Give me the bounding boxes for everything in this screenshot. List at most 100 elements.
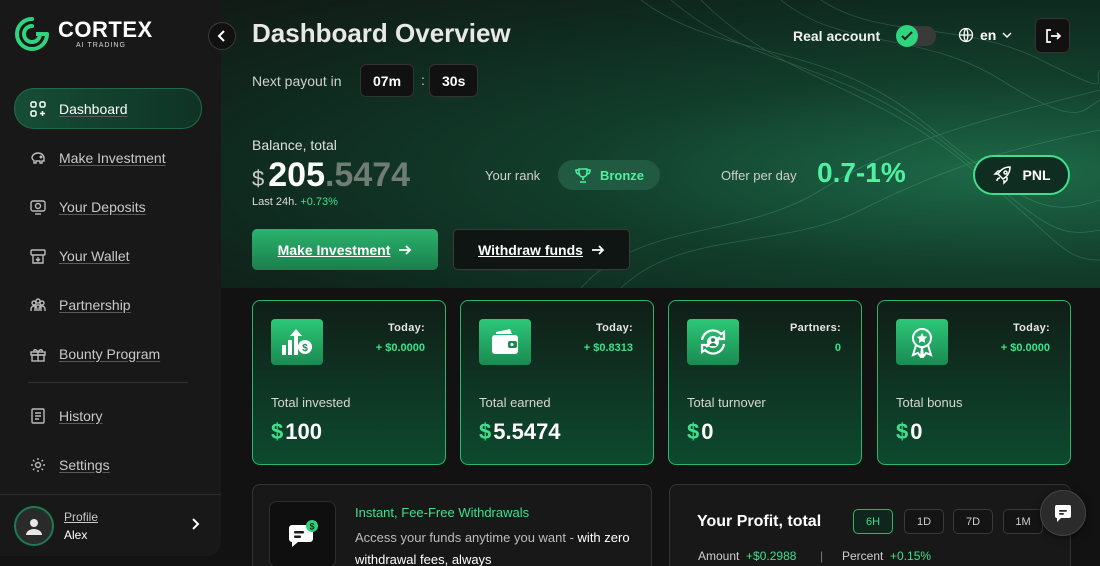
profile-card[interactable]: Profile Alex	[0, 494, 221, 556]
svg-text:$: $	[309, 521, 314, 531]
period-7d-button[interactable]: 7D	[953, 509, 993, 534]
card-meta-value: + $0.0000	[1000, 342, 1050, 354]
chat-dollar-icon: $	[288, 519, 318, 547]
arrow-right-icon	[399, 244, 412, 255]
payout-minutes: 07m	[360, 64, 415, 97]
logout-icon	[1045, 28, 1061, 43]
withdraw-funds-label: Withdraw funds	[478, 241, 583, 258]
balance-integer: 205	[268, 156, 325, 194]
sidebar: CORTEX AI TRADING Dashboard Make Investm…	[0, 0, 221, 556]
piggy-bank-icon	[31, 151, 45, 164]
profile-link[interactable]: Profile	[64, 510, 98, 524]
grid-icon	[30, 100, 46, 117]
sidebar-item-label: Dashboard	[59, 100, 128, 117]
profit-separator: |	[820, 549, 824, 563]
sidebar-item-dashboard[interactable]: Dashboard	[14, 88, 202, 129]
gear-icon	[31, 457, 45, 472]
stat-card-turnover: Partners: 0 Total turnover $0	[668, 300, 862, 465]
stat-card-earned: Today: + $0.8313 Total earned $5.5474	[460, 300, 654, 465]
deposit-icon	[30, 199, 46, 215]
payout-label: Next payout in	[252, 73, 342, 89]
sidebar-item-label: Partnership	[59, 296, 131, 313]
stat-card-invested: $ Today: + $0.0000 Total invested $100	[252, 300, 446, 465]
percent-label: Percent	[842, 549, 884, 563]
card-title: Total bonus	[896, 395, 963, 410]
history-icon	[31, 407, 45, 424]
withdraw-funds-button[interactable]: Withdraw funds	[453, 229, 630, 270]
arrow-right-icon	[591, 244, 605, 255]
sidebar-item-label: Your Deposits	[59, 198, 146, 215]
logout-button[interactable]	[1035, 18, 1070, 53]
period-6h-button[interactable]: 6H	[853, 509, 893, 534]
sidebar-divider	[28, 382, 188, 383]
period-1d-button[interactable]: 1D	[904, 509, 944, 534]
rank-label: Your rank	[485, 168, 541, 183]
promo-text-regular: Access your funds anytime you want -	[355, 530, 578, 545]
sidebar-item-label: Settings	[59, 456, 110, 473]
brand-name: CORTEX	[58, 16, 153, 42]
sidebar-item-make-investment[interactable]: Make Investment	[14, 137, 202, 178]
sidebar-item-settings[interactable]: Settings	[14, 444, 202, 485]
award-icon	[911, 328, 933, 358]
card-value: $0	[896, 419, 923, 445]
sidebar-item-history[interactable]: History	[14, 395, 202, 436]
card-amount: 100	[285, 419, 322, 444]
dashboard-hero: Dashboard Overview Next payout in 07m : …	[221, 0, 1100, 288]
card-amount: 0	[701, 419, 714, 444]
change-value: +0.73%	[300, 196, 338, 208]
trophy-icon	[575, 168, 591, 183]
chevron-down-icon	[1002, 31, 1012, 38]
card-meta-value: 0	[834, 342, 841, 354]
sidebar-item-your-deposits[interactable]: Your Deposits	[14, 186, 202, 227]
wallet-icon	[492, 329, 518, 354]
account-type-label: Real account	[793, 28, 881, 44]
sidebar-item-label: Your Wallet	[59, 247, 130, 264]
collapse-sidebar-button[interactable]	[208, 22, 236, 50]
sidebar-item-bounty-program[interactable]: Bounty Program	[14, 333, 202, 374]
card-meta-label: Today:	[595, 322, 633, 334]
offer-label: Offer per day	[721, 168, 797, 183]
card-meta-label: Today:	[1012, 322, 1050, 334]
card-meta-label: Partners:	[790, 322, 841, 334]
card-value: $5.5474	[479, 419, 561, 445]
rocket-icon	[992, 166, 1011, 185]
chevron-right-icon[interactable]	[189, 517, 201, 531]
card-title: Total invested	[271, 395, 351, 410]
period-1m-button[interactable]: 1M	[1003, 509, 1043, 534]
make-investment-label: Make Investment	[277, 241, 391, 258]
brand[interactable]: CORTEX AI TRADING	[14, 16, 153, 52]
promo-icon-box: $	[269, 501, 336, 566]
avatar	[14, 505, 54, 546]
gift-icon	[30, 348, 46, 362]
card-amount: 0	[910, 419, 923, 444]
user-cycle-icon	[700, 329, 726, 355]
card-title: Total earned	[479, 395, 551, 410]
payout-separator: :	[421, 72, 425, 88]
cortex-logo-icon	[15, 17, 49, 51]
card-icon-box	[479, 319, 531, 365]
balance-currency: $	[252, 166, 265, 191]
balance-value: $ 205 .5474	[252, 156, 410, 195]
profile-name: Alex	[64, 527, 88, 542]
change-label: Last 24h.	[252, 196, 298, 208]
card-currency: $	[271, 419, 284, 444]
language-value: en	[980, 27, 997, 43]
language-selector[interactable]: en	[958, 27, 1012, 43]
rank-value: Bronze	[599, 167, 645, 183]
profit-percent: Percent +0.15%	[842, 549, 931, 563]
withdrawals-promo: $ Instant, Fee-Free Withdrawals Access y…	[252, 484, 652, 566]
offer-value: 0.7-1%	[817, 157, 906, 188]
card-value: $0	[687, 419, 714, 445]
support-chat-button[interactable]	[1040, 490, 1086, 536]
sidebar-item-label: Make Investment	[59, 149, 166, 166]
wallet-icon	[30, 248, 46, 264]
pnl-button[interactable]: PNL	[973, 155, 1070, 195]
balance-change: Last 24h. +0.73%	[252, 196, 338, 208]
sidebar-item-partnership[interactable]: Partnership	[14, 284, 202, 325]
card-currency: $	[479, 419, 492, 444]
sidebar-item-your-wallet[interactable]: Your Wallet	[14, 235, 202, 276]
real-account-toggle[interactable]	[896, 25, 936, 47]
profit-title: Your Profit, total	[697, 513, 822, 530]
make-investment-button[interactable]: Make Investment	[252, 229, 438, 270]
rank-badge: Bronze	[558, 160, 660, 190]
